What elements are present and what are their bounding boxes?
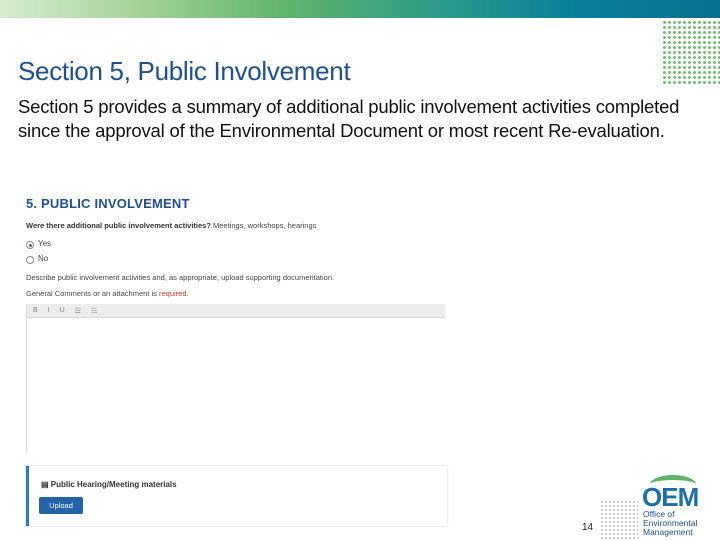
form-heading: 5. PUBLIC INVOLVEMENT	[26, 196, 190, 211]
attachment-title: ▤ Public Hearing/Meeting materials	[41, 480, 177, 489]
decorative-dot-pattern	[662, 20, 720, 84]
radio-yes-label: Yes	[38, 239, 52, 248]
required-label: required.	[158, 289, 189, 298]
radio-yes[interactable]	[26, 241, 34, 249]
page-number: 14	[582, 522, 594, 533]
comment-requirement: General Comments or an attachment is req…	[26, 289, 189, 298]
italic-icon[interactable]: I	[48, 307, 50, 314]
underline-icon[interactable]: U	[60, 307, 65, 314]
oem-logo: OEM Office of Environmental Management	[640, 474, 720, 540]
form-screenshot: 5. PUBLIC INVOLVEMENT Were there additio…	[26, 188, 447, 540]
radio-no[interactable]	[26, 256, 34, 264]
intro-bold: Section 5	[18, 96, 94, 117]
upload-button[interactable]: Upload	[39, 497, 83, 514]
intro-paragraph: Section 5 provides a summary of addition…	[18, 95, 688, 143]
top-gradient-bar	[0, 0, 720, 18]
question-bold: Were there additional public involvement…	[26, 221, 211, 230]
editor-toolbar: B I U ☰ ☷	[27, 304, 445, 318]
attachment-panel: ▤ Public Hearing/Meeting materials Uploa…	[26, 466, 447, 526]
intro-text: provides a summary of additional public …	[18, 96, 680, 141]
comments-editor[interactable]: B I U ☰ ☷	[26, 304, 445, 454]
attachment-title-text: Public Hearing/Meeting materials	[50, 480, 177, 489]
comment-prefix: General Comments or an attachment is	[26, 289, 159, 298]
numbered-list-icon[interactable]: ☷	[91, 307, 97, 315]
slide-title: Section 5, Public Involvement	[18, 56, 351, 86]
bold-icon[interactable]: B	[33, 307, 38, 314]
logo-line-3: Management	[643, 527, 693, 537]
question-hint: Meetings, workshops, hearings	[210, 221, 317, 230]
description-text: Describe public involvement activities a…	[26, 273, 335, 282]
file-icon: ▤	[41, 480, 51, 489]
decorative-dot-pattern-bottom	[600, 500, 638, 540]
radio-no-label: No	[38, 254, 49, 263]
bullet-list-icon[interactable]: ☰	[75, 307, 81, 315]
question-text: Were there additional public involvement…	[26, 221, 316, 230]
logo-subtitle: Office of Environmental Management	[643, 510, 697, 537]
